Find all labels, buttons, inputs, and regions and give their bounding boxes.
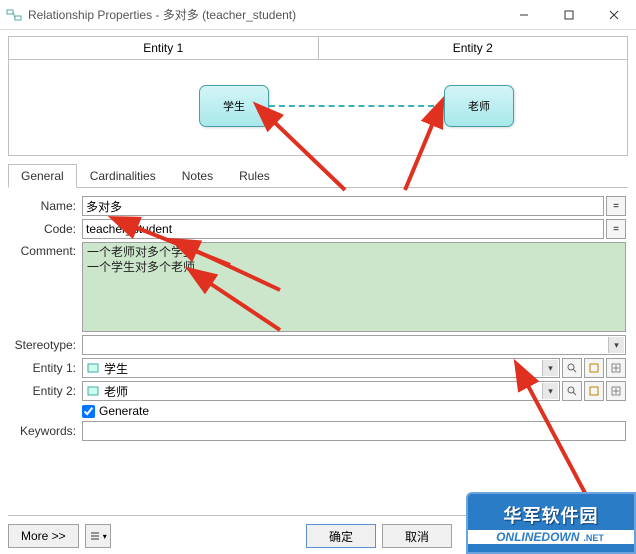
menu-button[interactable]: ▾ (85, 524, 111, 548)
entity-icon (86, 384, 100, 398)
keywords-input[interactable] (82, 421, 626, 441)
stereotype-label: Stereotype: (10, 338, 82, 352)
chevron-down-icon: ▾ (542, 383, 558, 399)
entity-left-box[interactable]: 学生 (199, 85, 269, 127)
diagram-header-entity2: Entity 2 (319, 37, 628, 59)
comment-label: Comment: (10, 242, 82, 258)
diagram-header-entity1: Entity 1 (9, 37, 319, 59)
name-input[interactable] (82, 196, 604, 216)
entity2-props-button[interactable] (584, 381, 604, 401)
entity1-browse-button[interactable] (562, 358, 582, 378)
entity2-label: Entity 2: (10, 384, 82, 398)
entity1-select[interactable]: 学生 ▾ (82, 358, 560, 378)
general-form: Name: = Code: = Comment: Stereotype: ▾ E… (8, 188, 628, 441)
chevron-down-icon: ▾ (542, 360, 558, 376)
app-icon (6, 7, 22, 23)
entity2-new-button[interactable] (606, 381, 626, 401)
chevron-down-icon: ▾ (608, 337, 624, 353)
diagram-canvas[interactable]: 学生 老师 (9, 60, 627, 155)
code-input[interactable] (82, 219, 604, 239)
minimize-button[interactable] (501, 0, 546, 30)
more-button[interactable]: More >> (8, 524, 79, 548)
watermark: 华军软件园 ONLINEDOWN.NET (466, 492, 636, 554)
relationship-line (269, 105, 444, 107)
name-eq-button[interactable]: = (606, 196, 626, 216)
entity1-label: Entity 1: (10, 361, 82, 375)
ok-button[interactable]: 确定 (306, 524, 376, 548)
entity1-new-button[interactable] (606, 358, 626, 378)
tab-rules[interactable]: Rules (226, 164, 283, 188)
window-title: Relationship Properties - 多对多 (teacher_s… (28, 6, 501, 23)
close-button[interactable] (591, 0, 636, 30)
menu-icon (89, 530, 101, 542)
keywords-label: Keywords: (10, 424, 82, 438)
comment-input[interactable] (82, 242, 626, 332)
code-label: Code: (10, 222, 82, 236)
entity-icon (86, 361, 100, 375)
maximize-button[interactable] (546, 0, 591, 30)
code-eq-button[interactable]: = (606, 219, 626, 239)
stereotype-select[interactable]: ▾ (82, 335, 626, 355)
chevron-down-icon: ▾ (103, 532, 107, 541)
name-label: Name: (10, 199, 82, 213)
tab-general[interactable]: General (8, 164, 77, 188)
entity2-browse-button[interactable] (562, 381, 582, 401)
diagram-panel: Entity 1 Entity 2 学生 老师 (8, 36, 628, 156)
cancel-button[interactable]: 取消 (382, 524, 452, 548)
tabs: General Cardinalities Notes Rules (8, 164, 628, 188)
entity2-select[interactable]: 老师 ▾ (82, 381, 560, 401)
generate-checkbox[interactable]: Generate (82, 404, 149, 418)
entity1-props-button[interactable] (584, 358, 604, 378)
entity-right-box[interactable]: 老师 (444, 85, 514, 127)
tab-notes[interactable]: Notes (169, 164, 226, 188)
titlebar: Relationship Properties - 多对多 (teacher_s… (0, 0, 636, 30)
tab-cardinalities[interactable]: Cardinalities (77, 164, 169, 188)
